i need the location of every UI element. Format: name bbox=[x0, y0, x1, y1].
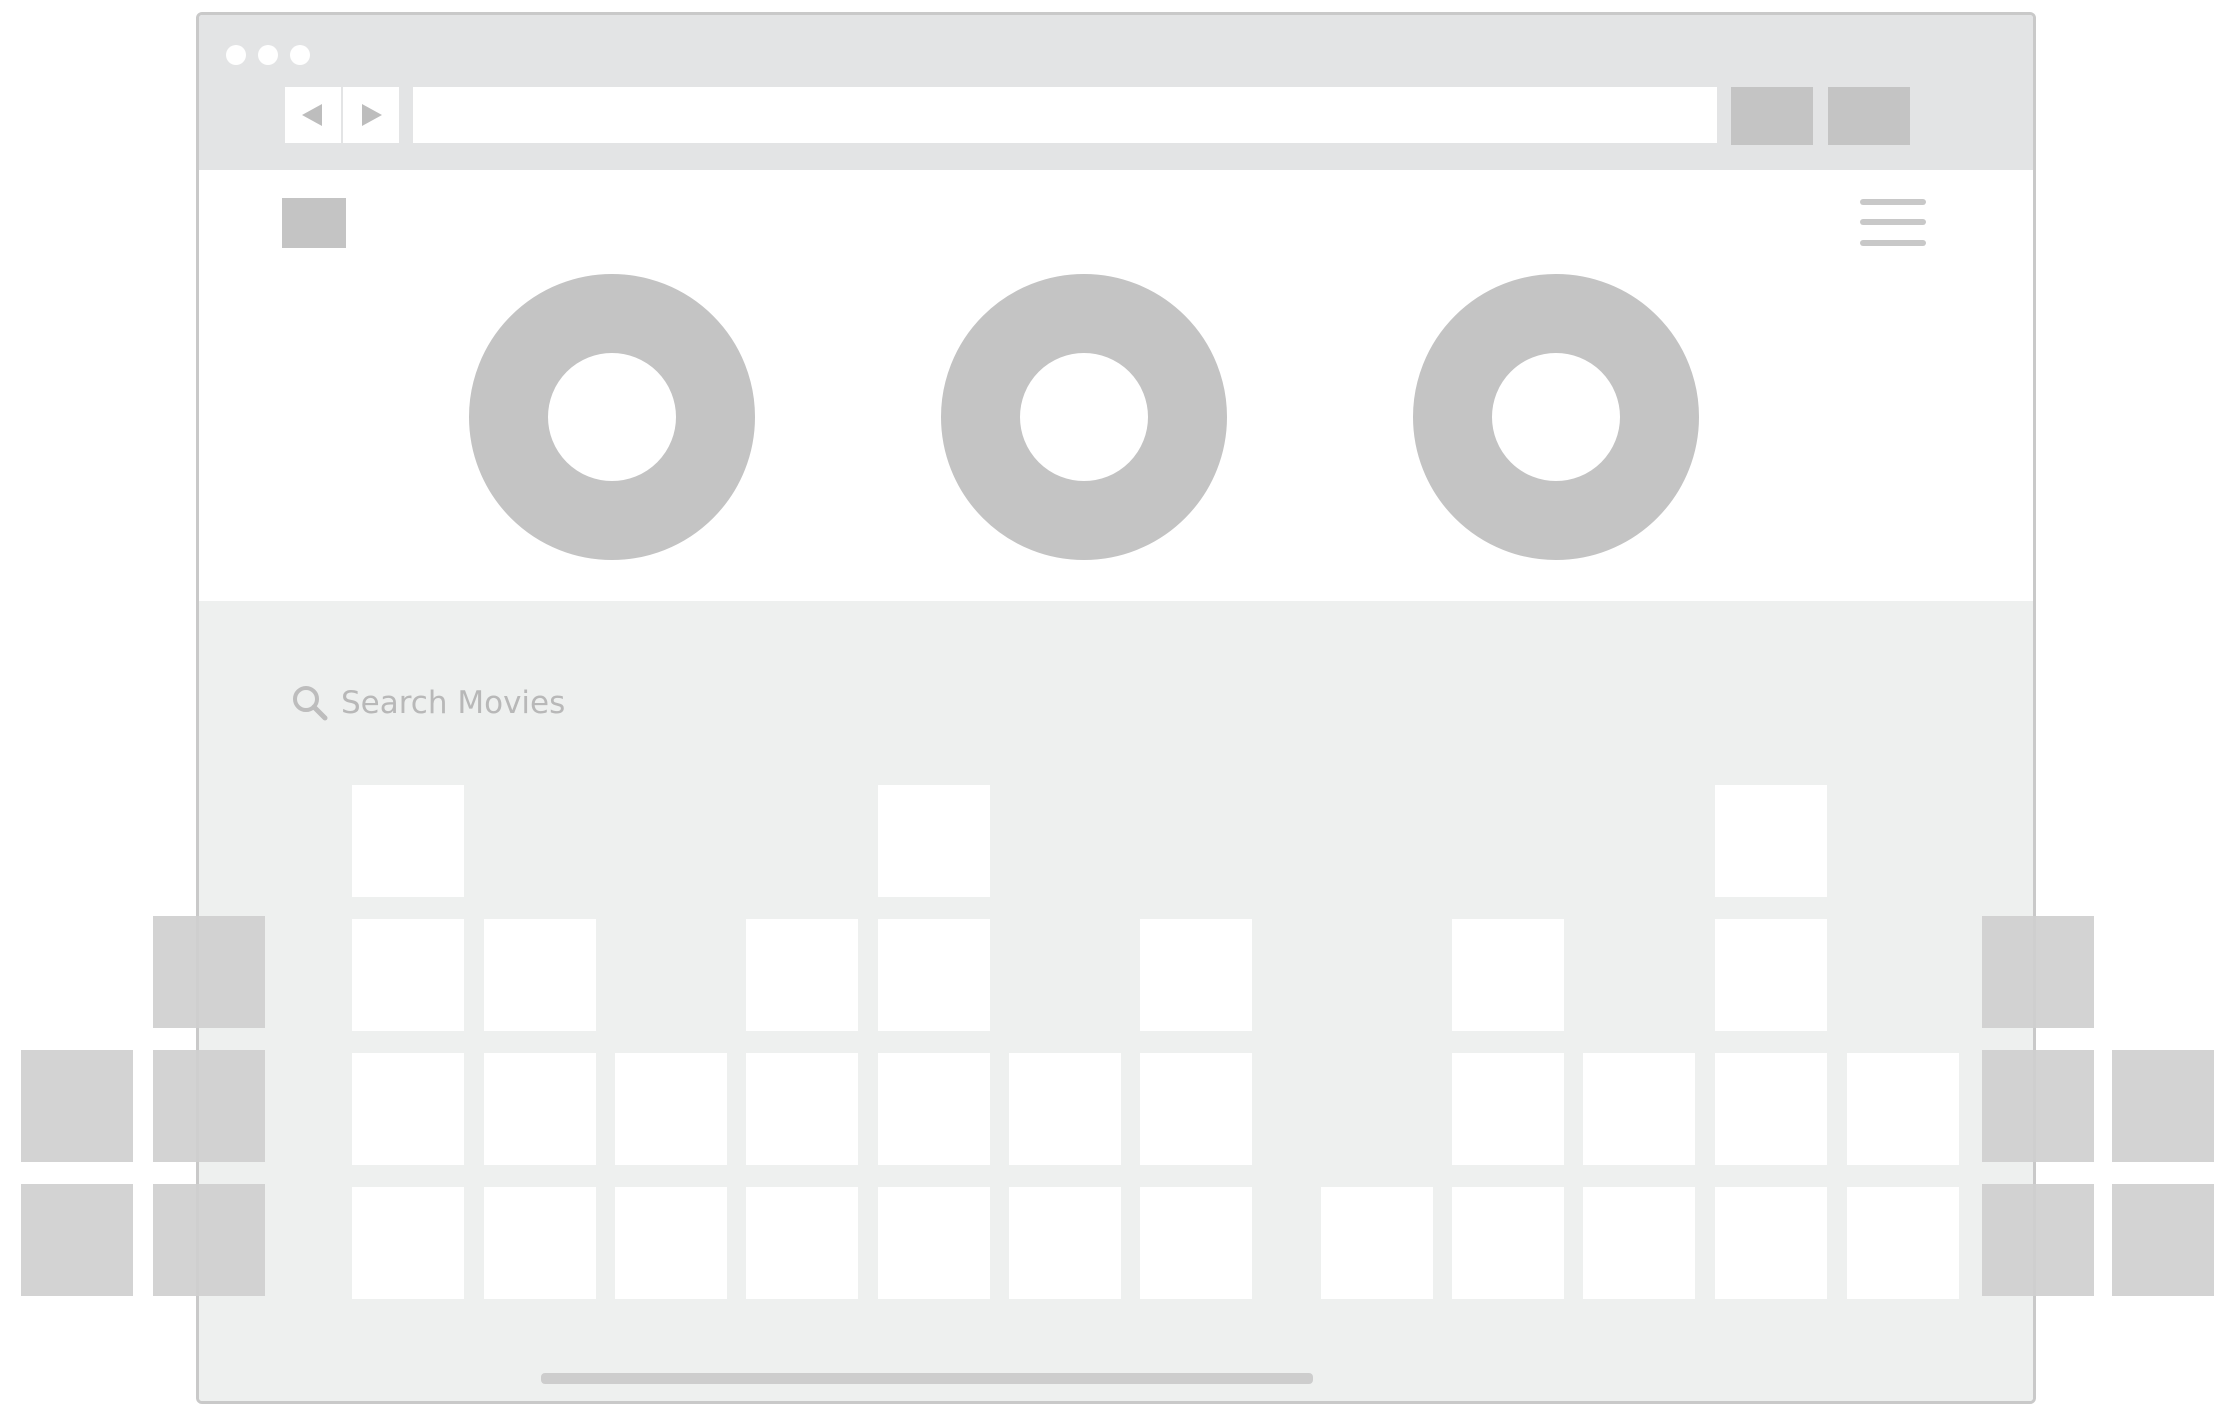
forward-arrow-icon bbox=[362, 104, 382, 126]
movie-tile[interactable] bbox=[1009, 1053, 1121, 1165]
movie-tile[interactable] bbox=[1715, 785, 1827, 897]
movie-tile[interactable] bbox=[484, 1187, 596, 1299]
browser-window bbox=[196, 12, 2036, 1404]
offscreen-tile bbox=[21, 1050, 133, 1162]
movie-tile[interactable] bbox=[1140, 1053, 1252, 1165]
movie-tile[interactable] bbox=[1009, 1187, 1121, 1299]
offscreen-tile bbox=[21, 1184, 133, 1296]
offscreen-tile bbox=[153, 1050, 265, 1162]
movie-tile[interactable] bbox=[615, 1053, 727, 1165]
movie-tile[interactable] bbox=[878, 919, 990, 1031]
movie-tile[interactable] bbox=[1847, 1187, 1959, 1299]
movie-tile[interactable] bbox=[746, 1053, 858, 1165]
featured-ring-1[interactable] bbox=[469, 274, 755, 560]
movie-tile[interactable] bbox=[746, 919, 858, 1031]
movie-tile[interactable] bbox=[1452, 1187, 1564, 1299]
movie-tile[interactable] bbox=[1583, 1053, 1695, 1165]
movie-tile[interactable] bbox=[1321, 1187, 1433, 1299]
movie-tile[interactable] bbox=[1140, 919, 1252, 1031]
movie-tile[interactable] bbox=[484, 1053, 596, 1165]
window-minimize-dot[interactable] bbox=[258, 45, 278, 65]
movie-tile[interactable] bbox=[1715, 919, 1827, 1031]
movie-tile[interactable] bbox=[1715, 1053, 1827, 1165]
movie-tile[interactable] bbox=[615, 1187, 727, 1299]
offscreen-tile bbox=[153, 1184, 265, 1296]
movie-tile[interactable] bbox=[746, 1187, 858, 1299]
search-icon bbox=[293, 686, 328, 721]
back-button[interactable] bbox=[285, 87, 341, 143]
browser-titlebar bbox=[199, 15, 2033, 170]
movie-tile[interactable] bbox=[484, 919, 596, 1031]
movie-tile[interactable] bbox=[352, 785, 464, 897]
featured-ring-3[interactable] bbox=[1413, 274, 1699, 560]
movie-tile[interactable] bbox=[878, 1187, 990, 1299]
toolbar-button-1[interactable] bbox=[1731, 87, 1813, 145]
forward-button[interactable] bbox=[343, 87, 399, 143]
movie-tile[interactable] bbox=[878, 1053, 990, 1165]
movie-tile[interactable] bbox=[1140, 1187, 1252, 1299]
offscreen-tile bbox=[1982, 1184, 2094, 1296]
horizontal-scrollbar[interactable] bbox=[541, 1373, 1313, 1384]
window-maximize-dot[interactable] bbox=[290, 45, 310, 65]
movie-tile[interactable] bbox=[1452, 1053, 1564, 1165]
back-arrow-icon bbox=[302, 104, 322, 126]
movie-tile[interactable] bbox=[352, 1187, 464, 1299]
offscreen-tile bbox=[153, 916, 265, 1028]
window-close-dot[interactable] bbox=[226, 45, 246, 65]
featured-ring-2[interactable] bbox=[941, 274, 1227, 560]
movie-tile[interactable] bbox=[1583, 1187, 1695, 1299]
movie-tile[interactable] bbox=[1452, 919, 1564, 1031]
search-input[interactable] bbox=[341, 685, 671, 721]
movie-tile[interactable] bbox=[352, 919, 464, 1031]
offscreen-tile bbox=[2112, 1184, 2214, 1296]
toolbar-button-2[interactable] bbox=[1828, 87, 1910, 145]
movie-tile[interactable] bbox=[1847, 1053, 1959, 1165]
movie-tile[interactable] bbox=[878, 785, 990, 897]
search-bar[interactable] bbox=[291, 673, 691, 733]
offscreen-tile bbox=[1982, 916, 2094, 1028]
address-bar[interactable] bbox=[413, 87, 1717, 143]
hamburger-menu-icon[interactable] bbox=[1860, 197, 1926, 249]
offscreen-tile bbox=[2112, 1050, 2214, 1162]
movie-tile[interactable] bbox=[352, 1053, 464, 1165]
movie-tile[interactable] bbox=[1715, 1187, 1827, 1299]
offscreen-tile bbox=[1982, 1050, 2094, 1162]
logo-placeholder[interactable] bbox=[282, 198, 346, 248]
